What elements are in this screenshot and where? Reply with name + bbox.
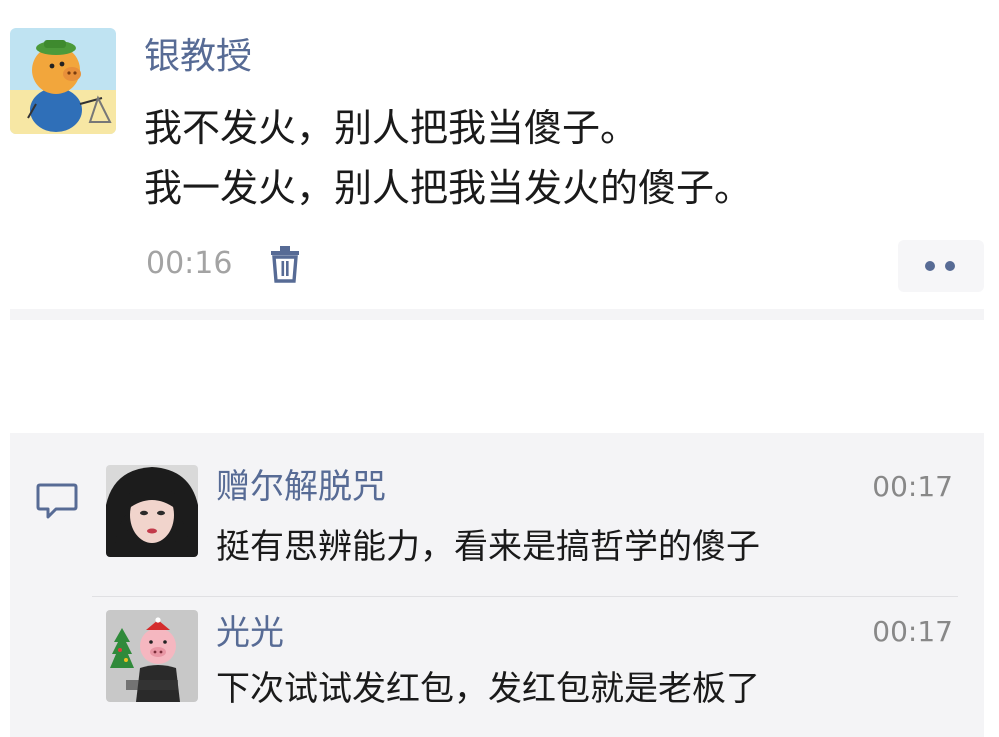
more-dots-icon [925,261,935,271]
post-author-avatar[interactable] [10,28,116,134]
comment-avatar[interactable] [106,610,198,702]
comment-timestamp: 00:17 [872,470,953,503]
comment-author-name[interactable]: 光光 [216,610,284,656]
more-actions-button[interactable] [898,240,984,292]
comment-separator [92,596,958,597]
trash-icon[interactable] [270,245,300,283]
comment-text[interactable]: 下次试试发红包，发红包就是老板了 [216,664,760,714]
post-text-line: 我一发火，别人把我当发火的傻子。 [144,166,753,210]
post-timestamp: 00:16 [146,246,233,281]
comment-author-name[interactable]: 赠尔解脱咒 [216,464,386,510]
post-author-name[interactable]: 银教授 [144,32,252,82]
more-dots-icon [945,261,955,271]
moments-post-screen: 银教授 我不发火，别人把我当傻子。 我一发火，别人把我当发火的傻子。 00:16 [0,0,999,737]
post-divider [10,309,984,320]
comment-bubble-icon [36,482,78,520]
comment-text[interactable]: 挺有思辨能力，看来是搞哲学的傻子 [216,522,760,572]
comment-timestamp: 00:17 [872,615,953,648]
post-text: 我不发火，别人把我当傻子。 我一发火，别人把我当发火的傻子。 [144,98,752,218]
post-text-line: 我不发火，别人把我当傻子。 [144,106,639,150]
comment-avatar[interactable] [106,465,198,557]
